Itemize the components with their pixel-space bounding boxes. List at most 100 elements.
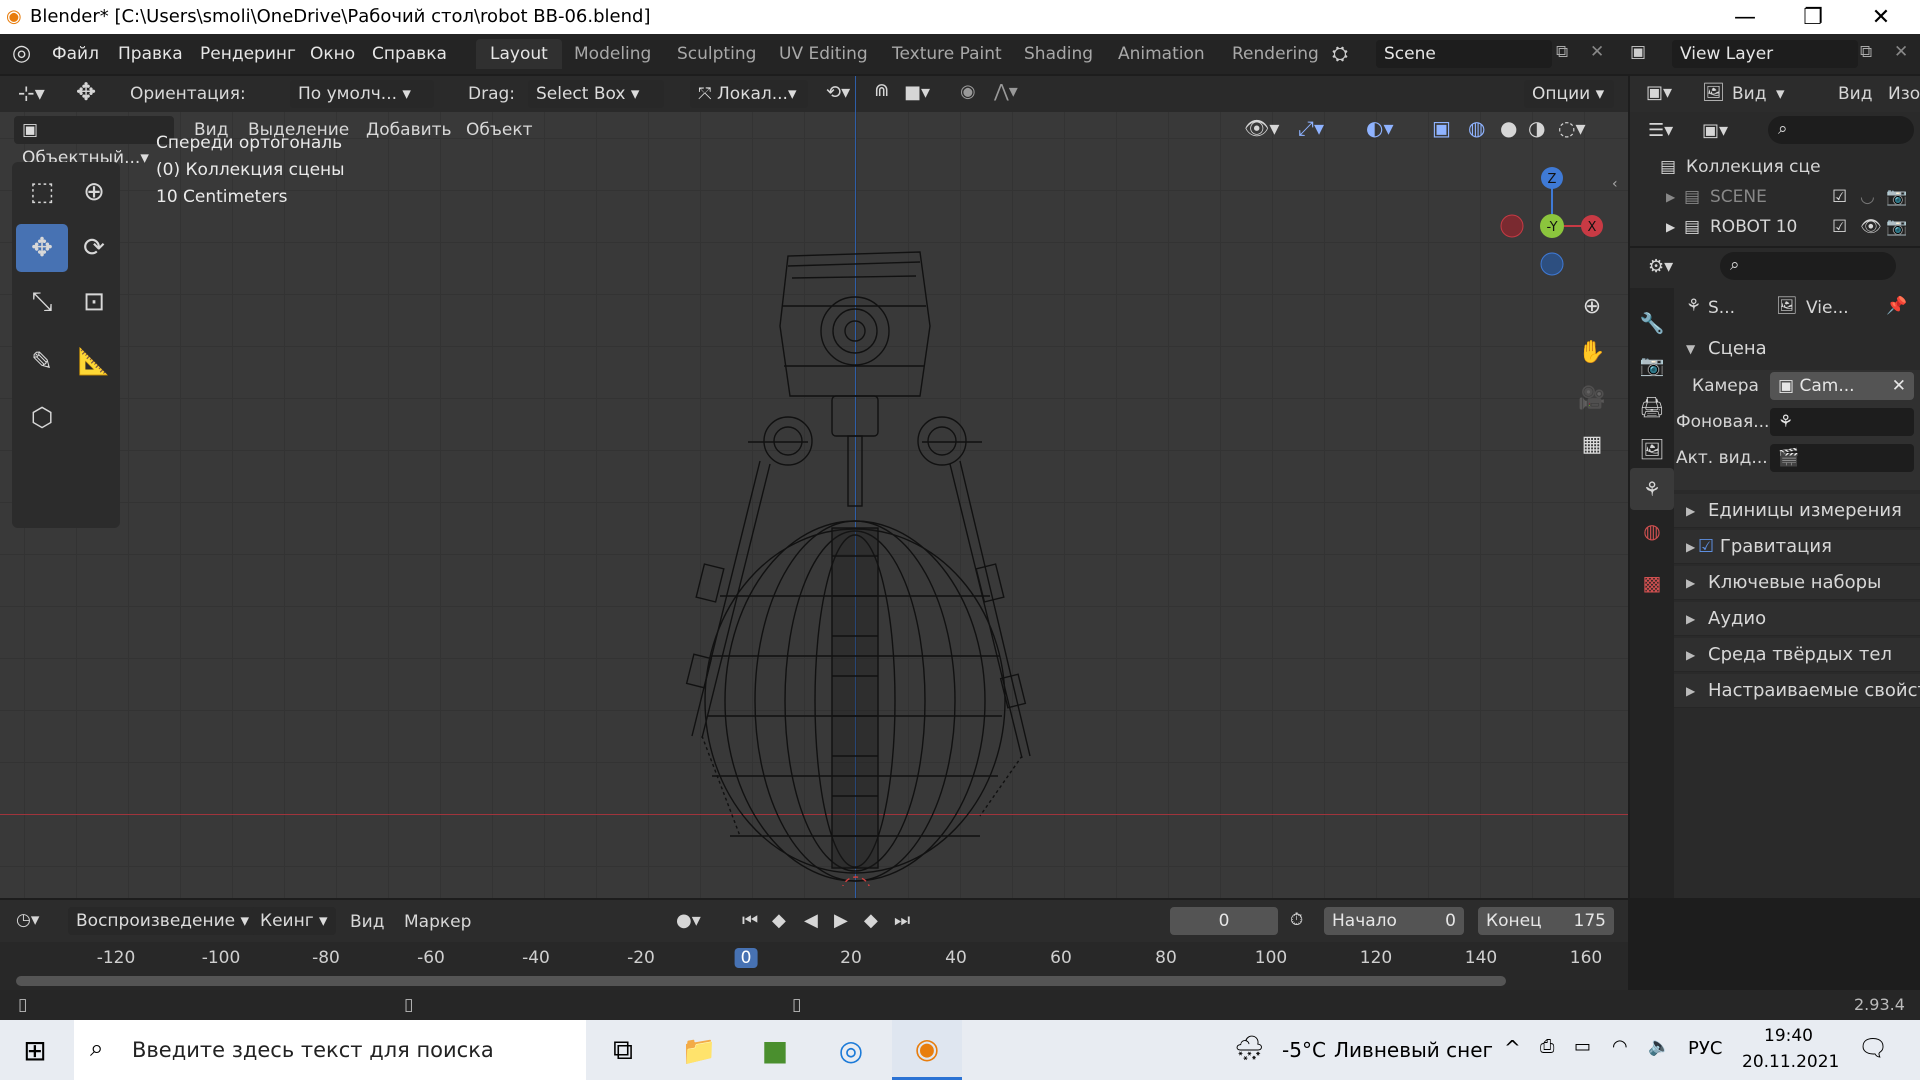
language-indicator[interactable]: РУС [1688, 1038, 1722, 1059]
preview-range-icon[interactable]: ⏱ [1290, 910, 1303, 930]
wireframe-shading-icon[interactable]: ◍ [1468, 116, 1485, 140]
maximize-button[interactable]: ❐ [1785, 0, 1841, 34]
clock-time[interactable]: 19:40 [1764, 1026, 1813, 1046]
timeline-playhead[interactable]: 0 [734, 948, 758, 968]
jump-start-icon[interactable]: ⏮ [742, 910, 758, 931]
snap-icon[interactable]: ⟲▾ [826, 82, 850, 103]
pivot-dropdown[interactable]: ⤧ Локал...▾ [690, 80, 808, 108]
texture-tab-icon[interactable]: ▩ [1630, 562, 1674, 604]
scene-name-field[interactable]: Scene [1376, 40, 1552, 68]
minecraft-icon[interactable]: ■ [740, 1020, 810, 1080]
image-view-dropdown-arrow[interactable]: ▾ [1776, 84, 1785, 104]
blender-menu-icon[interactable]: ◎ [12, 41, 31, 66]
pin-icon[interactable]: 📌 [1886, 296, 1907, 316]
keying-dropdown[interactable]: Кеинг ▾ [252, 907, 336, 935]
measure-tool-icon[interactable]: 📐 [68, 338, 120, 386]
rendered-shading-icon[interactable]: ◌▾ [1558, 116, 1586, 140]
section-keying-sets[interactable]: ▶ Ключевые наборы [1674, 566, 1920, 600]
playback-dropdown[interactable]: Воспроизведение ▾ [68, 907, 258, 935]
expand-arrow-icon[interactable]: ▶ [1666, 212, 1675, 242]
section-units[interactable]: ▶ Единицы измерения [1674, 494, 1920, 528]
section-rigid-body[interactable]: ▶ Среда твёрдых тел [1674, 638, 1920, 672]
image-menu-image[interactable]: Изоб [1888, 84, 1920, 104]
magnet-icon[interactable]: ⋒ [874, 80, 889, 101]
background-scene-field[interactable]: ⚘ [1770, 408, 1914, 436]
weather-icon[interactable]: 🌨 [1234, 1034, 1264, 1062]
tab-texture-paint[interactable]: Texture Paint [878, 39, 1016, 69]
add-cube-tool-icon[interactable]: ⬡ [16, 394, 68, 442]
3d-viewport[interactable]: ⊹▾ ✥ Ориентация: По умолч... ▾ Drag: Sel… [0, 76, 1628, 898]
pan-hand-icon[interactable]: ✋ [1572, 332, 1612, 372]
options-dropdown[interactable]: Опции ▾ [1524, 80, 1614, 108]
prev-keyframe-icon[interactable]: ◆ [772, 910, 786, 931]
view-layer-tab-icon[interactable]: 🖼 [1630, 428, 1674, 470]
timeline-editor-icon[interactable]: ◷▾ [16, 910, 39, 930]
tab-rendering[interactable]: Rendering [1218, 39, 1333, 69]
scene-copy-icon[interactable]: ⧉ [1556, 42, 1568, 62]
outliner-item-robot[interactable]: ▶ ▤ ROBOT 10 ☑ 👁 📷 [1630, 212, 1920, 242]
outliner-type-icon[interactable]: ☰▾ [1648, 120, 1673, 141]
select-box-tool-icon[interactable]: ⬚ [16, 168, 68, 216]
tab-sculpting[interactable]: Sculpting [663, 39, 770, 69]
navigation-gizmo[interactable]: Z -Y X [1490, 164, 1610, 284]
world-tab-icon[interactable]: ◍ [1630, 510, 1674, 552]
close-button[interactable]: ✕ [1853, 0, 1909, 34]
camera-render-icon[interactable]: 📷 [1886, 182, 1907, 212]
scene-browse-icon[interactable]: ⛭ [1332, 41, 1348, 65]
camera-field[interactable]: ▣ Cam... ✕ [1770, 372, 1914, 400]
annotate-tool-icon[interactable]: ✎ [16, 338, 68, 386]
clock-date[interactable]: 20.11.2021 [1742, 1052, 1839, 1072]
menu-window[interactable]: Окно [310, 44, 355, 64]
image-icon[interactable]: 🖼 [1702, 82, 1725, 103]
tab-animation[interactable]: Animation [1104, 39, 1219, 69]
wifi-icon[interactable]: ◠ [1612, 1036, 1628, 1057]
next-keyframe-icon[interactable]: ◆ [864, 910, 878, 931]
gizmo-toggle-icon[interactable]: ⤢▾ [1298, 116, 1324, 140]
play-reverse-icon[interactable]: ◀ [804, 910, 818, 931]
mode-dropdown[interactable]: ▣ Объектный...▾ [14, 116, 174, 168]
overlays-icon[interactable]: ◐▾ [1366, 116, 1394, 140]
falloff-icon[interactable]: ⋀▾ [994, 81, 1018, 102]
menu-help[interactable]: Справка [372, 44, 447, 64]
scale-tool-icon[interactable]: ⤡ [16, 278, 68, 326]
battery-icon[interactable]: ▭ [1574, 1036, 1591, 1057]
viewport-menu-object[interactable]: Объект [466, 120, 533, 140]
taskbar-search-input[interactable]: ⌕ Введите здесь текст для поиска [74, 1020, 586, 1080]
tab-modeling[interactable]: Modeling [560, 39, 665, 69]
scene-tab-icon[interactable]: ⚘ [1630, 468, 1674, 510]
view-layer-icon[interactable]: ▣ [1630, 42, 1646, 62]
minimize-button[interactable]: — [1717, 0, 1773, 34]
outliner-search-input[interactable]: ⌕ [1768, 116, 1914, 144]
outliner-root-row[interactable]: ▤ Коллекция сце [1630, 152, 1920, 182]
drag-dropdown[interactable]: Select Box ▾ [528, 80, 664, 108]
current-frame-field[interactable]: 0 [1170, 907, 1278, 935]
robot-wireframe[interactable] [620, 236, 1060, 886]
image-editor-icon[interactable]: ▣▾ [1646, 82, 1672, 103]
clear-icon[interactable]: ✕ [1892, 372, 1906, 400]
properties-type-icon[interactable]: ⚙▾ [1648, 256, 1673, 277]
exclude-checkbox-icon[interactable]: ☑ [1832, 182, 1847, 212]
editor-type-icon[interactable]: ⊹▾ [18, 81, 45, 105]
record-icon[interactable]: ●▾ [676, 910, 701, 931]
section-gravity[interactable]: ▶ ☑ Гравитация [1674, 530, 1920, 564]
volume-icon[interactable]: 🔈 [1648, 1036, 1670, 1057]
windows-start-icon[interactable]: ⊞ [0, 1020, 70, 1080]
timeline-scrollbar[interactable] [16, 976, 1506, 986]
menu-edit[interactable]: Правка [118, 44, 183, 64]
camera-render-icon[interactable]: 📷 [1886, 212, 1907, 242]
view-layer-field[interactable]: View Layer [1672, 40, 1858, 68]
menu-file[interactable]: Файл [52, 44, 99, 64]
tab-shading[interactable]: Shading [1010, 39, 1107, 69]
timeline-menu-marker[interactable]: Маркер [404, 912, 471, 932]
cursor-tool-icon[interactable]: ⊕ [68, 168, 120, 216]
proportional-edit-icon[interactable]: ◉ [960, 81, 976, 102]
properties-search-input[interactable]: ⌕ [1720, 252, 1896, 280]
file-explorer-icon[interactable]: 📁 [664, 1020, 734, 1080]
timeline-menu-view[interactable]: Вид [350, 912, 384, 932]
image-view-dropdown[interactable]: Вид [1732, 84, 1766, 104]
end-frame-field[interactable]: Конец 175 [1478, 907, 1614, 935]
section-scene[interactable]: ▼ Сцена [1674, 332, 1920, 366]
scene-remove-icon[interactable]: ✕ [1590, 42, 1604, 62]
tab-uv-editing[interactable]: UV Editing [765, 39, 882, 69]
task-view-icon[interactable]: ⧉ [588, 1020, 658, 1080]
